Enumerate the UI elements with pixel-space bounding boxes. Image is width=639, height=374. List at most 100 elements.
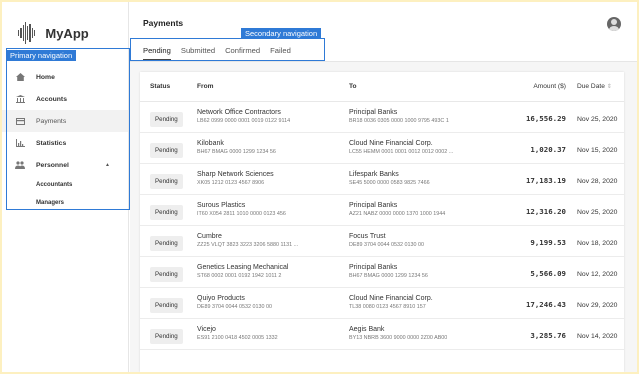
table-row[interactable]: Pending Genetics Leasing Mechanical ST68 0… — [140, 257, 624, 288]
secondary-nav-annotation-label: Secondary navigation — [241, 28, 322, 39]
from-iban: ST68 0002 0001 0192 1942 1011 2 — [197, 273, 282, 279]
to-cell: Cloud Nine Financial Corp. LC55 HEMM 0001… — [349, 139, 488, 157]
from-name: Cumbre — [197, 233, 222, 240]
to-cell: Cloud Nine Financial Corp. TL38 0080 0123… — [349, 294, 488, 312]
status-cell: Pending — [140, 325, 197, 344]
amount-value: 9,199.53 — [530, 238, 566, 247]
status-cell: Pending — [140, 201, 197, 220]
app-name: MyApp — [45, 25, 89, 41]
column-header-status: Status — [150, 83, 171, 90]
to-iban: TL38 0080 0123 4567 8910 157 — [349, 304, 426, 310]
status-badge: Pending — [150, 297, 183, 313]
from-iban: ZZ25 VLQT 3823 3223 3206 5880 1131 ... — [197, 242, 299, 248]
to-name: Principal Banks — [349, 109, 398, 116]
table-row[interactable]: Pending Cumbre ZZ25 VLQT 3823 3223 3206 58… — [140, 226, 624, 257]
due-date-value: Nov 14, 2020 — [577, 333, 618, 340]
from-cell: Network Office Contractors LB62 0999 0000… — [197, 108, 349, 126]
amount-cell: 12,316.20 — [488, 201, 566, 219]
table-row[interactable]: Pending Surous Plastics IT60 X054 2811 101… — [140, 195, 624, 226]
from-iban: LB62 0999 0000 0001 0019 0122 9114 — [197, 118, 291, 124]
from-name: Surous Plastics — [197, 202, 246, 209]
amount-value: 17,246.43 — [525, 300, 566, 309]
status-badge: Pending — [150, 111, 183, 127]
due-date-value: Nov 15, 2020 — [577, 147, 618, 154]
status-cell: Pending — [140, 294, 197, 313]
logo-mark-icon — [18, 21, 36, 45]
to-iban: BY13 NBRB 3600 9000 0000 2Z00 AB00 — [349, 335, 448, 341]
due-date-cell: Nov 25, 2020 — [566, 201, 624, 219]
to-name: Principal Banks — [349, 202, 398, 209]
page-title: Payments — [143, 18, 184, 28]
from-cell: Sharp Network Sciences XK05 1212 0123 456… — [197, 170, 349, 188]
to-name: Focus Trust — [349, 233, 386, 240]
status-badge: Pending — [150, 328, 183, 344]
from-iban: XK05 1212 0123 4567 8906 — [197, 180, 265, 186]
table-row[interactable]: Pending Vicejo ES91 2100 0418 4502 0005 13… — [140, 319, 624, 350]
table-body: Pending Network Office Contractors LB62 09… — [140, 102, 624, 350]
from-iban: IT60 X054 2811 1010 0000 0123 456 — [197, 211, 286, 217]
to-iban: BR18 0036 0305 0000 1000 9795 493C 1 — [349, 118, 449, 124]
due-date-cell: Nov 29, 2020 — [566, 294, 624, 312]
amount-cell: 9,199.53 — [488, 232, 566, 250]
amount-cell: 17,246.43 — [488, 294, 566, 312]
from-cell: Cumbre ZZ25 VLQT 3823 3223 3206 5880 1131… — [197, 232, 349, 250]
app-logo[interactable]: MyApp — [18, 21, 89, 45]
table-row[interactable]: Pending Quiyo Products DE89 3704 0044 0532… — [140, 288, 624, 319]
to-iban: BH67 BMAG 0000 1299 1234 56 — [349, 273, 428, 279]
due-date-cell: Nov 14, 2020 — [566, 325, 624, 343]
to-name: Lifespark Banks — [349, 171, 399, 178]
status-cell: Pending — [140, 108, 197, 127]
table-row[interactable]: Pending Sharp Network Sciences XK05 1212 0… — [140, 164, 624, 195]
due-date-cell: Nov 12, 2020 — [566, 263, 624, 281]
status-badge: Pending — [150, 266, 183, 282]
column-header-from: From — [197, 83, 214, 90]
to-iban: DE89 3704 0044 0532 0130 00 — [349, 242, 424, 248]
due-date-value: Nov 25, 2020 — [577, 116, 618, 123]
from-name: Sharp Network Sciences — [197, 171, 274, 178]
status-cell: Pending — [140, 232, 197, 251]
secondary-nav-annotation-box — [130, 38, 325, 61]
amount-cell: 3,285.76 — [488, 325, 566, 343]
column-header-due-date-label: Due Date — [577, 83, 605, 90]
due-date-value: Nov 12, 2020 — [577, 271, 618, 278]
to-iban: AZ21 NABZ 0000 0000 1370 1000 1944 — [349, 211, 446, 217]
status-badge: Pending — [150, 173, 183, 189]
amount-value: 12,316.20 — [525, 207, 566, 216]
primary-nav-annotation-box — [6, 48, 130, 210]
table-row[interactable]: Pending Network Office Contractors LB62 09… — [140, 102, 624, 133]
from-iban: BH67 BMAG 0000 1299 1234 56 — [197, 149, 276, 155]
to-cell: Focus Trust DE89 3704 0044 0532 0130 00 — [349, 232, 488, 250]
sort-icon[interactable]: ⇕ — [607, 84, 612, 90]
amount-cell: 16,556.29 — [488, 108, 566, 126]
column-header-due-date[interactable]: Due Date ⇕ — [566, 83, 624, 90]
due-date-cell: Nov 18, 2020 — [566, 232, 624, 250]
from-cell: Quiyo Products DE89 3704 0044 0532 0130 0… — [197, 294, 349, 312]
from-cell: Genetics Leasing Mechanical ST68 0002 000… — [197, 263, 349, 281]
main-content: Payments Pending Submitted Confirmed Fai… — [130, 2, 637, 372]
amount-value: 17,183.19 — [525, 176, 566, 185]
status-cell: Pending — [140, 263, 197, 282]
payments-table: Status From To Amount ($) Due Date ⇕ Pend… — [140, 72, 624, 372]
from-cell: Surous Plastics IT60 X054 2811 1010 0000 … — [197, 201, 349, 219]
to-iban: SE45 5000 0000 0583 9825 7466 — [349, 180, 430, 186]
to-cell: Principal Banks AZ21 NABZ 0000 0000 1370 … — [349, 201, 488, 219]
due-date-cell: Nov 28, 2020 — [566, 170, 624, 188]
due-date-cell: Nov 15, 2020 — [566, 139, 624, 157]
avatar[interactable] — [607, 17, 621, 31]
to-iban: LC55 HEMM 0001 0001 0012 0012 0002 ... — [349, 149, 454, 155]
amount-value: 3,285.76 — [530, 331, 566, 340]
status-cell: Pending — [140, 139, 197, 158]
from-cell: Kilobank BH67 BMAG 0000 1299 1234 56 — [197, 139, 349, 157]
amount-cell: 5,566.09 — [488, 263, 566, 281]
to-cell: Lifespark Banks SE45 5000 0000 0583 9825 … — [349, 170, 488, 188]
table-row[interactable]: Pending Kilobank BH67 BMAG 0000 1299 1234 … — [140, 133, 624, 164]
due-date-value: Nov 18, 2020 — [577, 240, 618, 247]
column-header-amount[interactable]: Amount ($) — [488, 83, 566, 90]
to-name: Aegis Bank — [349, 326, 385, 333]
to-name: Cloud Nine Financial Corp. — [349, 295, 433, 302]
status-cell: Pending — [140, 170, 197, 189]
due-date-cell: Nov 25, 2020 — [566, 108, 624, 126]
amount-cell: 1,020.37 — [488, 139, 566, 157]
from-name: Genetics Leasing Mechanical — [197, 264, 289, 271]
column-header-to: To — [349, 83, 357, 90]
